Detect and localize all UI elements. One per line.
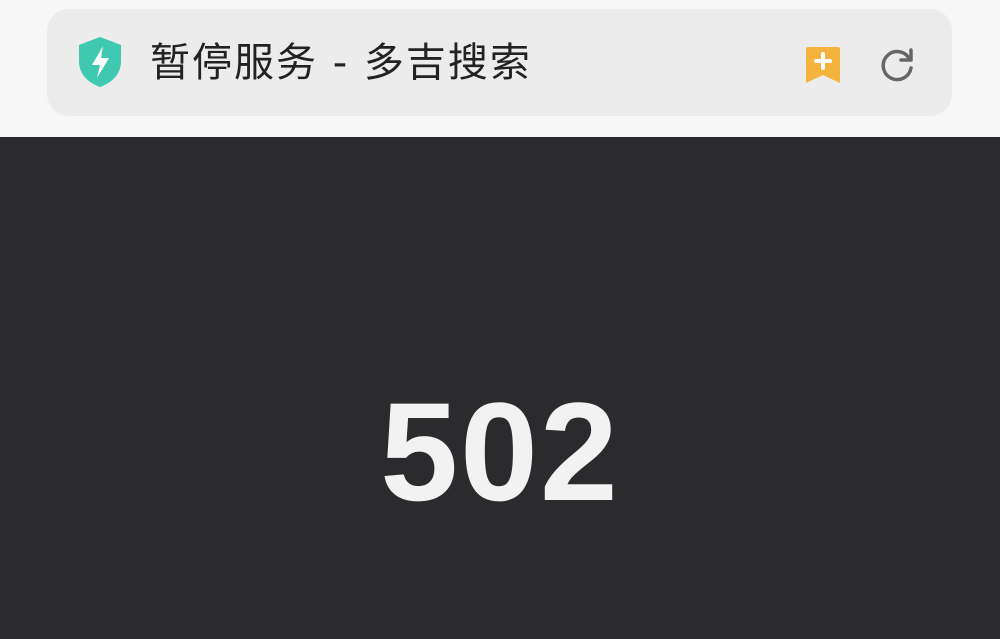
reload-icon[interactable] (876, 44, 918, 86)
shield-lightning-icon[interactable] (77, 36, 123, 88)
error-code: 502 (380, 373, 620, 530)
browser-page: 暂停服务 - 多吉搜索 502 (0, 0, 1000, 639)
browser-toolbar: 暂停服务 - 多吉搜索 (0, 0, 1000, 137)
address-bar[interactable]: 暂停服务 - 多吉搜索 (47, 9, 952, 116)
bookmark-add-icon[interactable] (804, 45, 842, 85)
error-page-content: 502 (0, 137, 1000, 639)
page-title: 暂停服务 - 多吉搜索 (150, 40, 532, 86)
